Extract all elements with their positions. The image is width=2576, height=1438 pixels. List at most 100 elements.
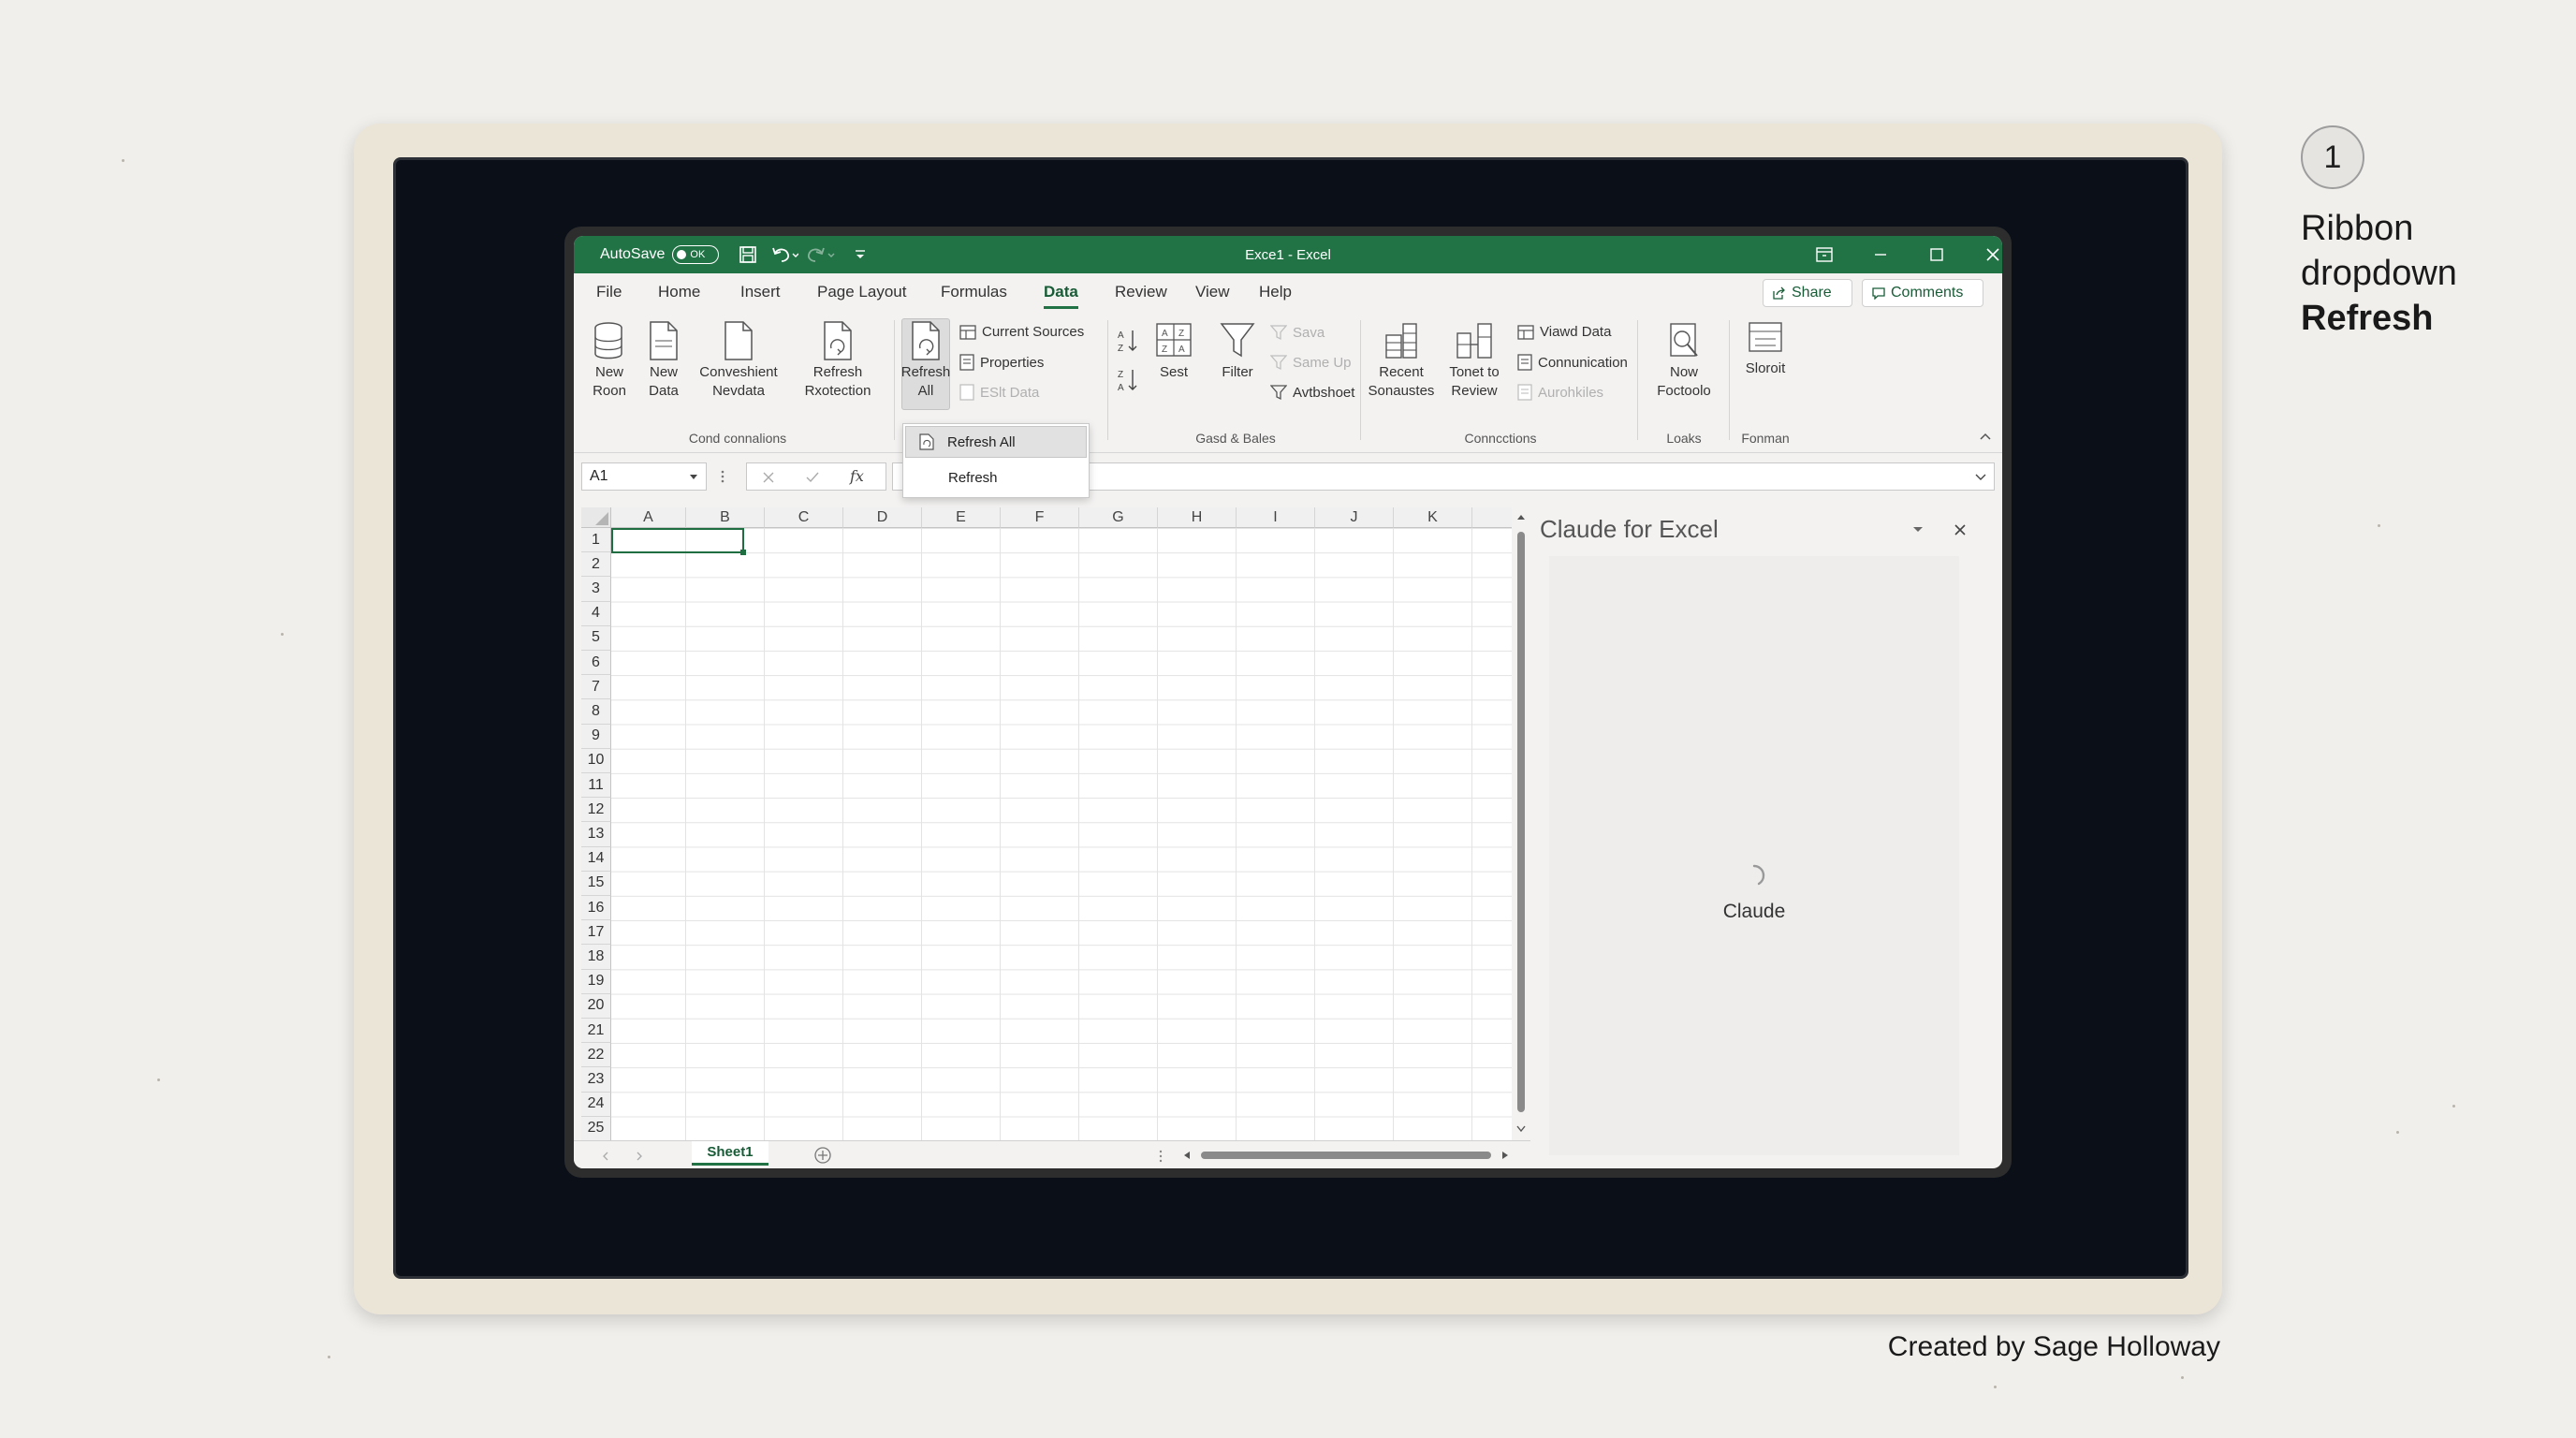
- refresh-rotection-button[interactable]: Refresh Rxotection: [791, 320, 885, 401]
- prev-sheet-icon[interactable]: [602, 1152, 609, 1161]
- column-header-k[interactable]: K: [1394, 507, 1472, 528]
- maximize-button[interactable]: [1918, 236, 1955, 273]
- edit-data-button[interactable]: ESlt Data: [959, 384, 1039, 401]
- sloroit-button[interactable]: Sloroit: [1734, 320, 1796, 378]
- row-header-12[interactable]: 12: [581, 798, 611, 823]
- row-header-14[interactable]: 14: [581, 846, 611, 872]
- name-box[interactable]: A1: [581, 462, 707, 491]
- properties-button[interactable]: Properties: [959, 354, 1044, 371]
- same-up-button[interactable]: Same Up: [1270, 354, 1352, 371]
- ribbon-display-options-button[interactable]: [1806, 236, 1843, 273]
- tab-file[interactable]: File: [596, 283, 622, 301]
- column-header-i[interactable]: I: [1237, 507, 1315, 528]
- row-header-15[interactable]: 15: [581, 871, 611, 896]
- tab-data[interactable]: Data: [1044, 283, 1078, 309]
- close-button[interactable]: [1974, 236, 2002, 273]
- sort-descending-button[interactable]: Z A: [1117, 367, 1139, 393]
- sort-button[interactable]: A Z Z A Sest: [1152, 320, 1195, 382]
- column-header-g[interactable]: G: [1079, 507, 1158, 528]
- cancel-formula-icon[interactable]: [762, 471, 775, 484]
- expand-formula-bar-icon[interactable]: [1975, 474, 1986, 481]
- row-header-4[interactable]: 4: [581, 601, 611, 626]
- worksheet-grid[interactable]: A B C D E F G H I J K 1 2 3 4 5 6 7 8 9 …: [581, 507, 1512, 1140]
- new-room-button[interactable]: New Roon: [589, 320, 630, 401]
- view-data-button[interactable]: Viawd Data: [1517, 324, 1611, 340]
- row-header-13[interactable]: 13: [581, 822, 611, 847]
- dropdown-item-refresh-all[interactable]: Refresh All: [905, 426, 1087, 458]
- pane-options-icon[interactable]: [1912, 526, 1924, 534]
- scroll-right-icon[interactable]: [1500, 1151, 1510, 1160]
- scroll-left-icon[interactable]: [1182, 1151, 1192, 1160]
- column-header-f[interactable]: F: [1001, 507, 1079, 528]
- row-header-11[interactable]: 11: [581, 773, 611, 799]
- share-button[interactable]: Share: [1763, 279, 1852, 307]
- comments-button[interactable]: Comments: [1862, 279, 1983, 307]
- column-header-a[interactable]: A: [611, 507, 686, 528]
- sheet-tab-sheet1[interactable]: Sheet1: [692, 1141, 768, 1166]
- column-header-e[interactable]: E: [922, 507, 1001, 528]
- advanced-filter-button[interactable]: Avtbshoet: [1270, 384, 1354, 401]
- sort-ascending-button[interactable]: A Z: [1117, 328, 1139, 354]
- add-sheet-icon[interactable]: [813, 1146, 832, 1165]
- row-header-1[interactable]: 1: [581, 528, 611, 553]
- scroll-down-icon[interactable]: [1516, 1125, 1526, 1133]
- sheet-splitter-icon[interactable]: [1158, 1149, 1164, 1164]
- column-header-b[interactable]: B: [686, 507, 765, 528]
- row-header-17[interactable]: 17: [581, 920, 611, 946]
- more-options-icon[interactable]: [720, 469, 725, 484]
- row-header-25[interactable]: 25: [581, 1116, 611, 1140]
- row-header-8[interactable]: 8: [581, 699, 611, 725]
- column-header-j[interactable]: J: [1315, 507, 1394, 528]
- tab-view[interactable]: View: [1195, 283, 1230, 301]
- tab-page-layout[interactable]: Page Layout: [817, 283, 906, 301]
- filter-button[interactable]: Filter: [1214, 320, 1261, 382]
- convenient-data-button[interactable]: Conveshient Nevdata: [694, 320, 783, 401]
- row-header-5[interactable]: 5: [581, 625, 611, 651]
- column-header-h[interactable]: H: [1158, 507, 1237, 528]
- row-header-24[interactable]: 24: [581, 1092, 611, 1117]
- row-header-3[interactable]: 3: [581, 577, 611, 602]
- tab-home[interactable]: Home: [658, 283, 700, 301]
- collapse-ribbon-icon[interactable]: [1978, 431, 1993, 442]
- tab-help[interactable]: Help: [1259, 283, 1292, 301]
- vertical-scrollbar[interactable]: [1512, 507, 1530, 1140]
- confirm-formula-icon[interactable]: [805, 471, 820, 484]
- refresh-all-button[interactable]: Refresh All: [901, 320, 950, 401]
- row-header-7[interactable]: 7: [581, 675, 611, 700]
- row-header-9[interactable]: 9: [581, 724, 611, 749]
- scroll-up-icon[interactable]: [1516, 513, 1526, 521]
- horizontal-scrollbar[interactable]: [1182, 1149, 1510, 1162]
- tab-review[interactable]: Review: [1115, 283, 1167, 301]
- tab-formulas[interactable]: Formulas: [941, 283, 1007, 301]
- now-forecast-button[interactable]: Now Foctoolo: [1647, 320, 1721, 401]
- insert-function-button[interactable]: fx: [850, 467, 864, 485]
- row-header-22[interactable]: 22: [581, 1043, 611, 1068]
- vertical-scroll-thumb[interactable]: [1517, 532, 1525, 1112]
- close-pane-icon[interactable]: [1954, 523, 1967, 536]
- row-header-20[interactable]: 20: [581, 993, 611, 1019]
- current-sources-button[interactable]: Current Sources: [959, 324, 1084, 340]
- row-header-18[interactable]: 18: [581, 945, 611, 970]
- dropdown-item-refresh[interactable]: Refresh: [905, 462, 1087, 493]
- autofiles-button[interactable]: Aurohkiles: [1517, 384, 1603, 401]
- row-header-21[interactable]: 21: [581, 1019, 611, 1044]
- minimize-button[interactable]: [1862, 236, 1899, 273]
- row-header-19[interactable]: 19: [581, 969, 611, 994]
- tab-insert[interactable]: Insert: [740, 283, 781, 301]
- horizontal-scroll-thumb[interactable]: [1201, 1152, 1491, 1159]
- row-header-6[interactable]: 6: [581, 651, 611, 676]
- row-header-23[interactable]: 23: [581, 1067, 611, 1093]
- save-filter-button[interactable]: Sava: [1270, 324, 1325, 341]
- cell-area[interactable]: [611, 528, 1512, 1140]
- column-header-c[interactable]: C: [765, 507, 843, 528]
- selected-cell-a1[interactable]: [611, 528, 746, 555]
- next-sheet-icon[interactable]: [636, 1152, 643, 1161]
- new-data-button[interactable]: New Data: [643, 320, 684, 401]
- row-header-16[interactable]: 16: [581, 896, 611, 921]
- row-header-2[interactable]: 2: [581, 552, 611, 578]
- select-all-corner[interactable]: [581, 507, 611, 528]
- communication-button[interactable]: Connunication: [1517, 354, 1628, 371]
- recent-sources-button[interactable]: Recent Sonaustes: [1368, 320, 1435, 401]
- column-header-d[interactable]: D: [843, 507, 922, 528]
- row-header-10[interactable]: 10: [581, 748, 611, 773]
